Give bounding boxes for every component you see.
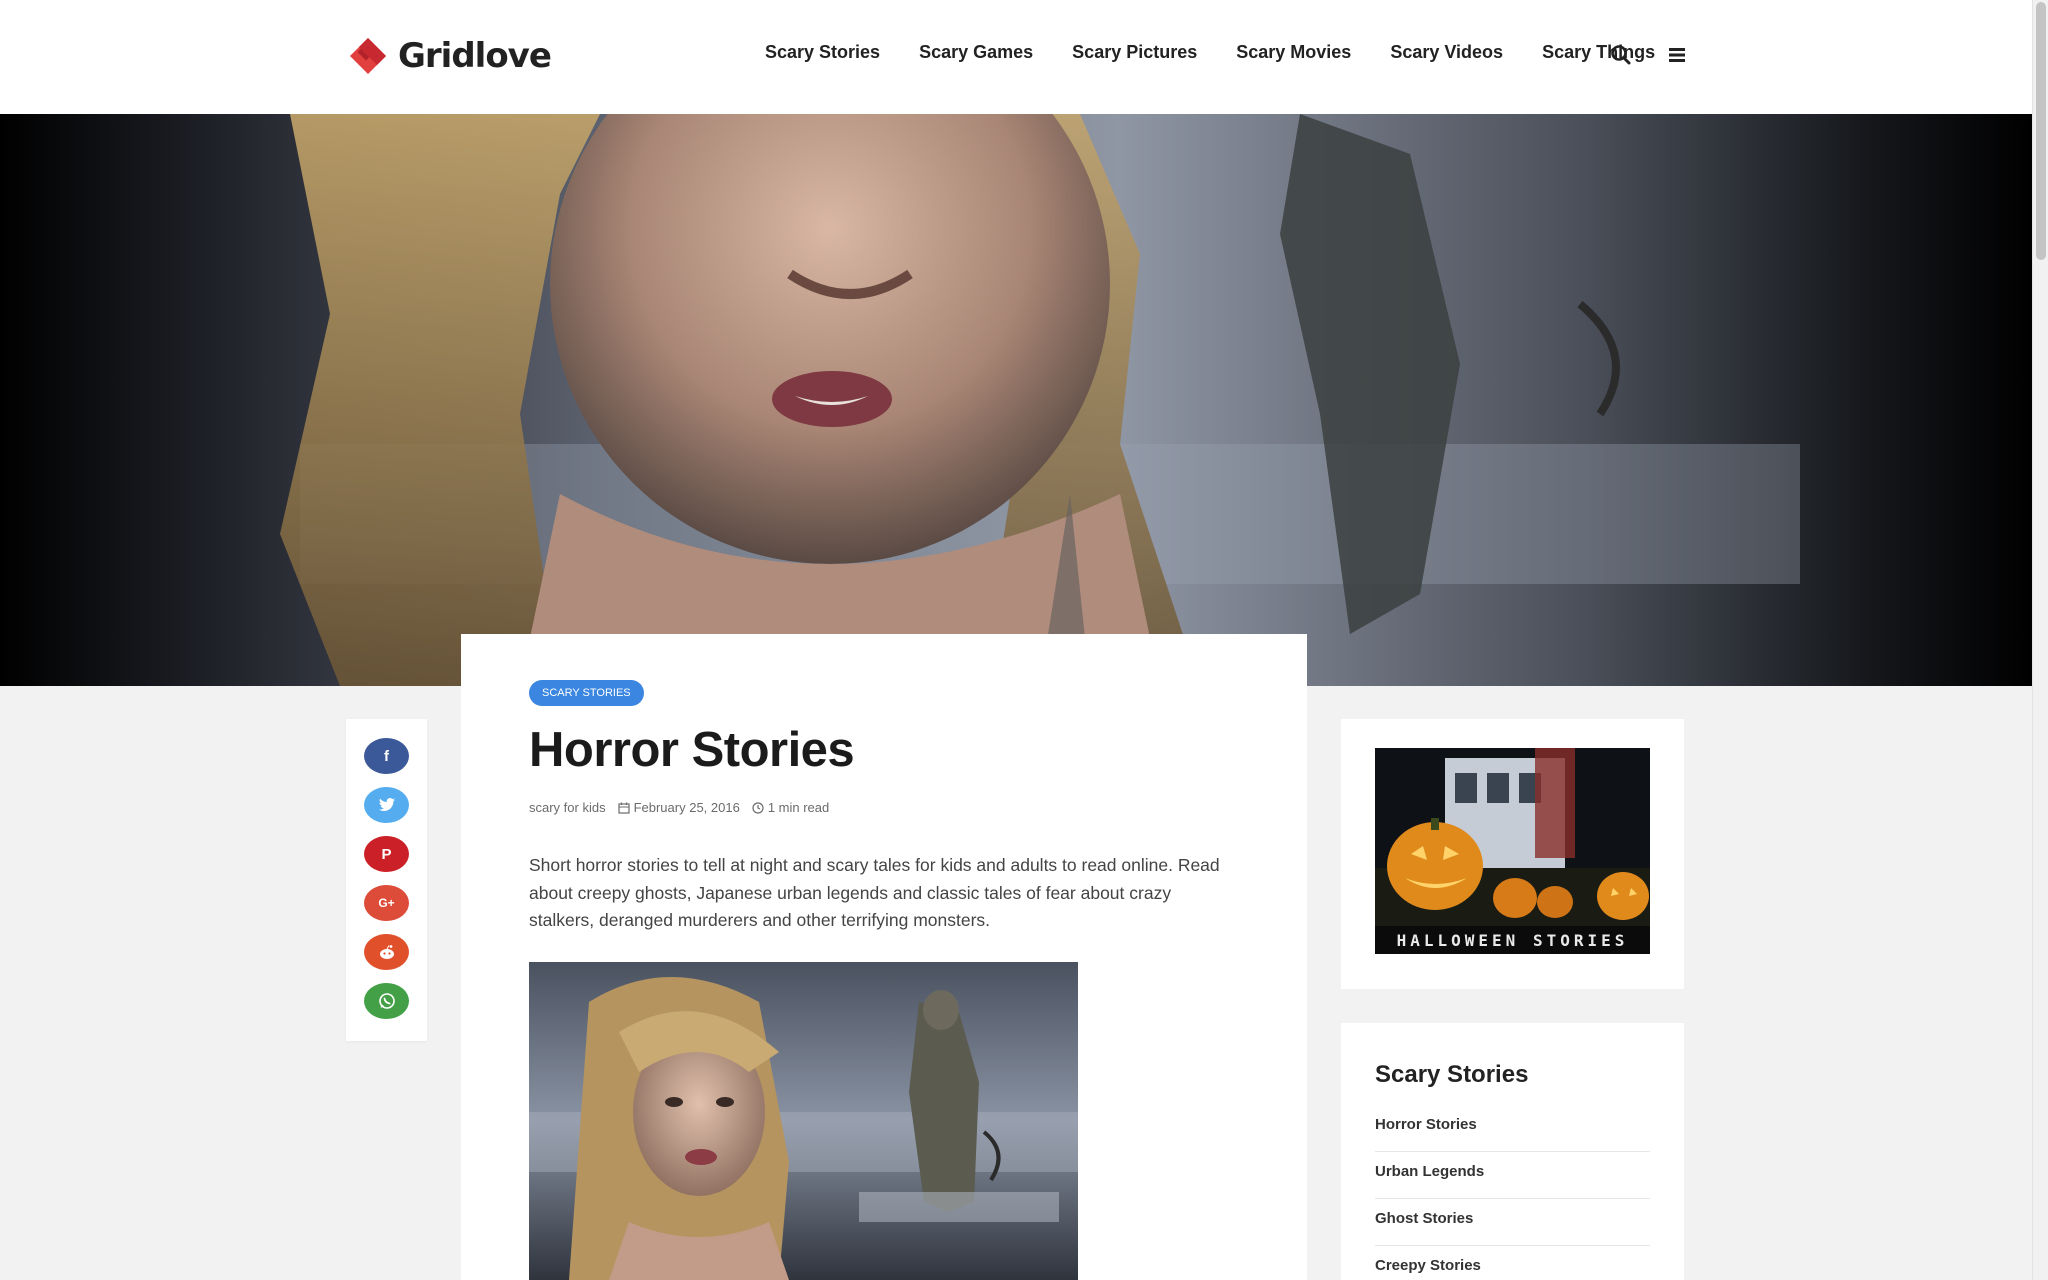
halloween-stories-caption: HALLOWEEN STORIES [1396, 931, 1629, 950]
page-scrollbar[interactable] [2032, 0, 2048, 1280]
main-nav: Scary Stories Scary Games Scary Pictures… [765, 42, 1694, 63]
facebook-share-button[interactable]: f [364, 738, 409, 774]
site-logo[interactable]: Gridlove [346, 34, 552, 78]
widget-title: Scary Stories [1375, 1061, 1529, 1088]
search-icon[interactable] [1610, 44, 1632, 66]
site-header: Gridlove Scary Stories Scary Games Scary… [0, 0, 2032, 114]
pinterest-share-button[interactable]: P [364, 836, 409, 872]
google-plus-share-button[interactable]: G+ [364, 885, 409, 921]
reddit-share-button[interactable] [364, 934, 409, 970]
logo-text: Gridlove [398, 36, 552, 76]
category-link-list: Horror Stories Urban Legends Ghost Stori… [1375, 1105, 1650, 1280]
article-illustration [529, 962, 1078, 1280]
scrollbar-thumb[interactable] [2036, 2, 2046, 260]
article-card: SCARY STORIES Horror Stories scary for k… [461, 634, 1307, 1280]
logo-heart-icon [350, 38, 386, 74]
read-time: 1 min read [767, 800, 830, 815]
nav-item-scary-things[interactable]: Scary Things [1542, 42, 1655, 63]
pinterest-icon: P [381, 845, 392, 863]
hamburger-menu-icon[interactable] [1666, 44, 1688, 66]
whatsapp-share-button[interactable] [364, 983, 409, 1019]
hero-illustration [0, 114, 2032, 686]
facebook-icon: f [384, 747, 389, 765]
sidebar-category-widget: Scary Stories Horror Stories Urban Legen… [1341, 1023, 1684, 1280]
category-link-urban-legends[interactable]: Urban Legends [1375, 1152, 1650, 1199]
calendar-icon [617, 802, 630, 814]
twitter-icon [378, 798, 395, 812]
share-bar: f P G+ [346, 719, 427, 1041]
article-image[interactable] [529, 962, 1078, 1280]
hero-image [0, 114, 2032, 686]
category-link-horror-stories[interactable]: Horror Stories [1375, 1105, 1650, 1152]
article-excerpt: Short horror stories to tell at night an… [529, 855, 1220, 930]
clock-icon [752, 801, 764, 814]
nav-item-scary-videos[interactable]: Scary Videos [1390, 42, 1503, 63]
category-badge[interactable]: SCARY STORIES [529, 680, 644, 706]
article-title: Horror Stories [529, 723, 855, 777]
category-link-creepy-stories[interactable]: Creepy Stories [1375, 1246, 1650, 1280]
article-meta: scary for kids February 25, 2016 1 min r… [529, 800, 829, 815]
halloween-illustration [1375, 748, 1650, 954]
halloween-stories-banner[interactable]: HALLOWEEN STORIES [1375, 748, 1650, 954]
google-plus-icon: G+ [378, 896, 395, 910]
nav-item-scary-movies[interactable]: Scary Movies [1236, 42, 1351, 63]
sidebar-ad-widget: HALLOWEEN STORIES [1341, 719, 1684, 989]
whatsapp-icon [378, 993, 395, 1009]
reddit-icon [379, 945, 394, 959]
article-date: February 25, 2016 [633, 800, 740, 815]
nav-item-scary-games[interactable]: Scary Games [919, 42, 1033, 63]
twitter-share-button[interactable] [364, 787, 409, 823]
author-link[interactable]: scary for kids [529, 800, 606, 815]
nav-item-scary-stories[interactable]: Scary Stories [765, 42, 880, 63]
category-link-ghost-stories[interactable]: Ghost Stories [1375, 1199, 1650, 1246]
nav-item-scary-pictures[interactable]: Scary Pictures [1072, 42, 1197, 63]
